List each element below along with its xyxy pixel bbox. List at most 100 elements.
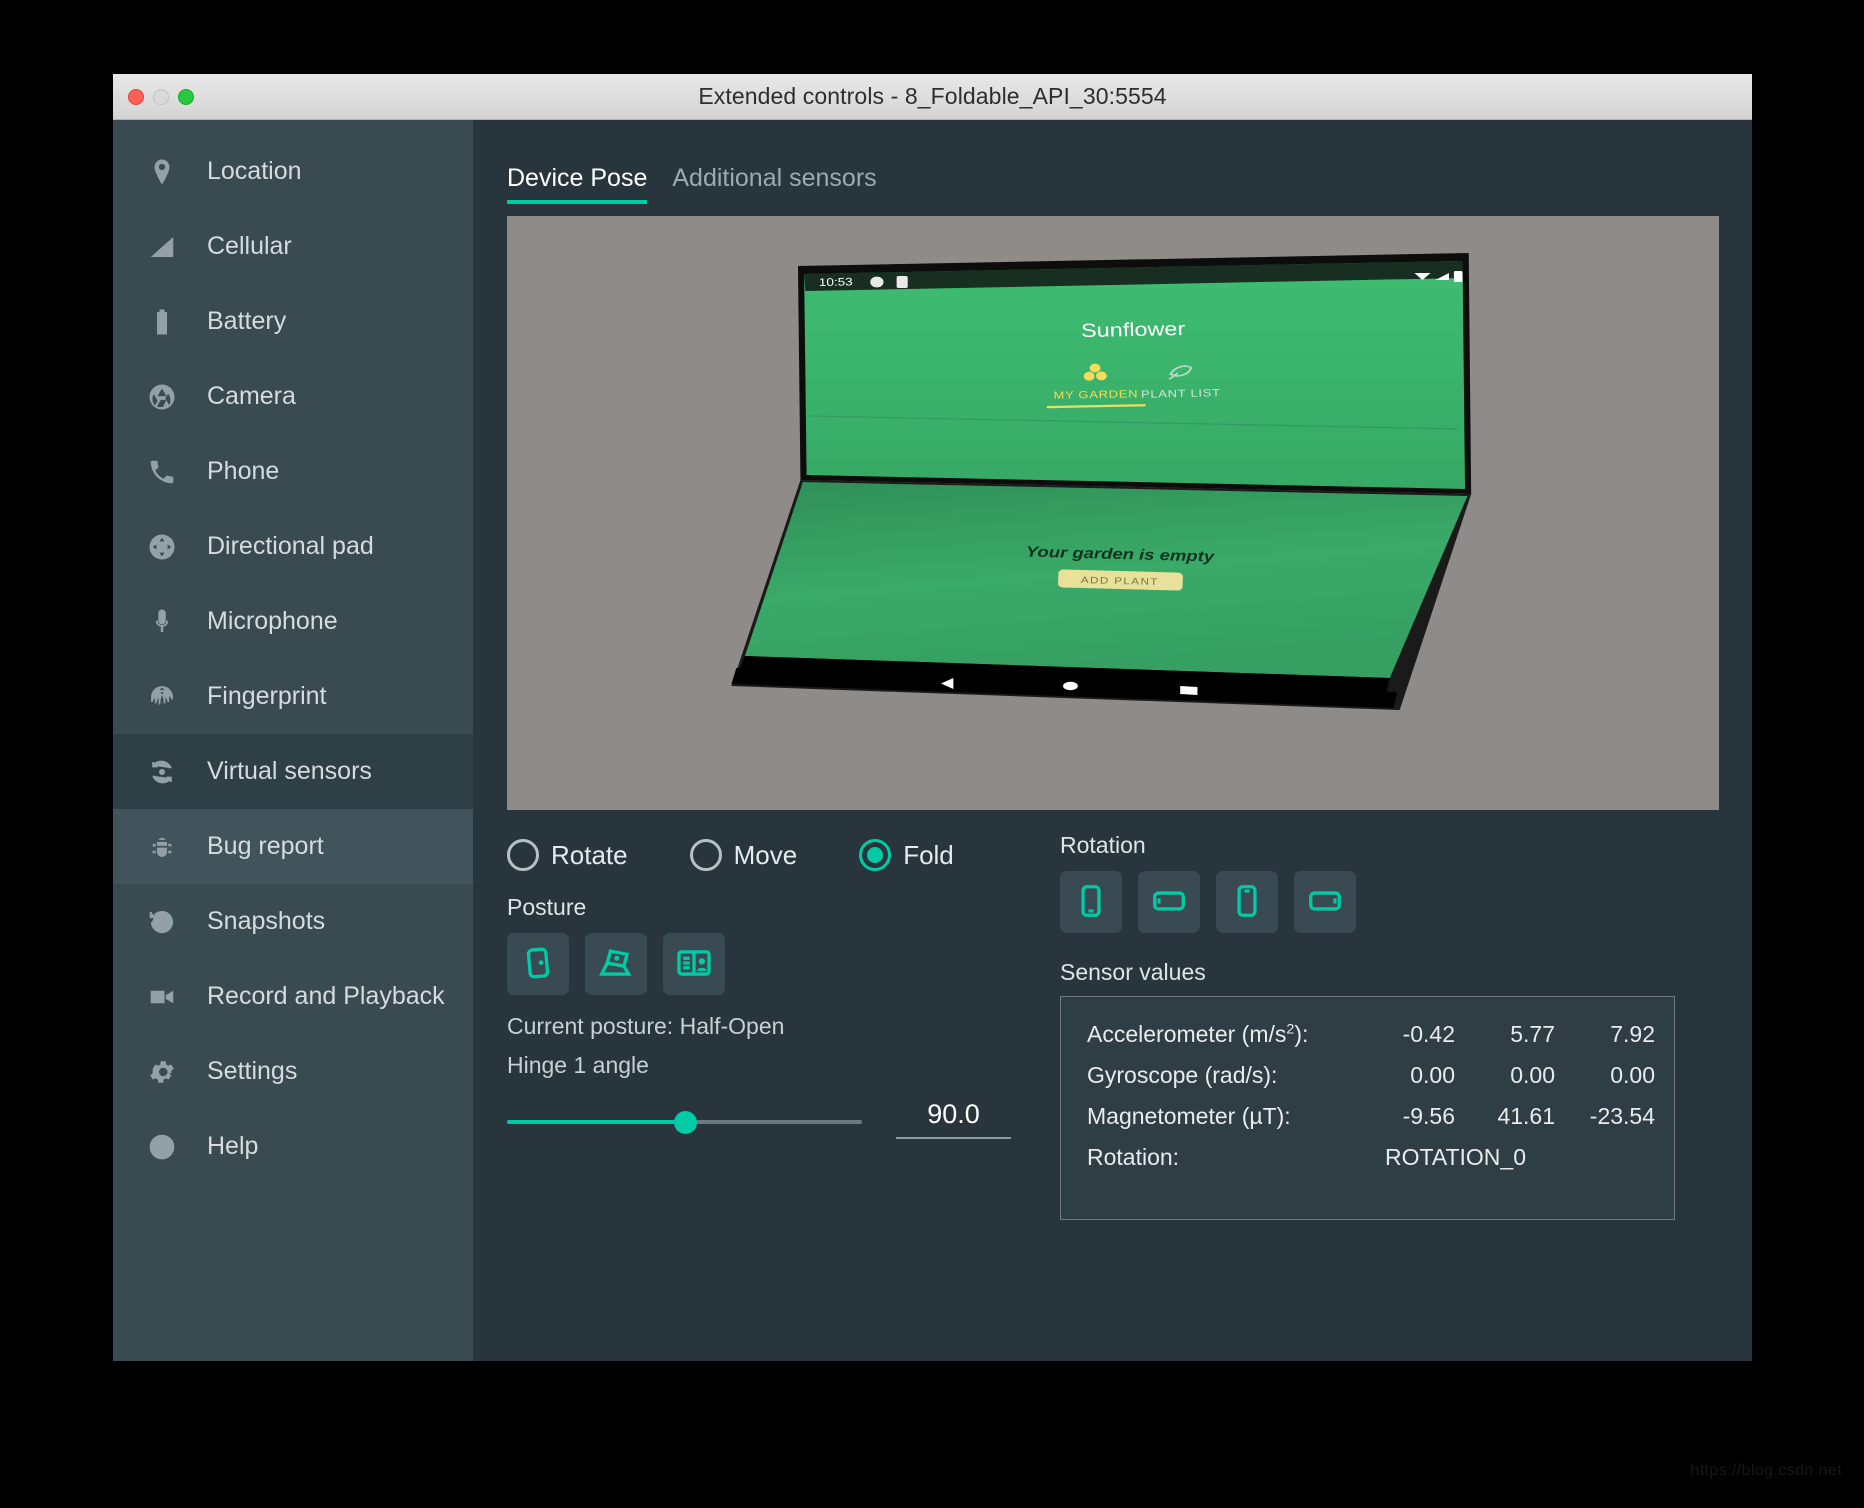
sidebar-item-label: Cellular <box>207 232 292 261</box>
sidebar-item-label: Snapshots <box>207 907 325 936</box>
rotation-landscape-reverse-button[interactable] <box>1294 871 1356 933</box>
window-body: Location Cellular Battery Camera <box>113 120 1752 1361</box>
sensor-value-z: 0.00 <box>1577 1062 1655 1089</box>
phone-handset-icon <box>143 453 181 491</box>
svg-text:ADD PLANT: ADD PLANT <box>1081 575 1159 588</box>
phone-landscape-flipped-icon <box>1306 882 1344 923</box>
hinge-angle-slider[interactable] <box>507 1105 862 1139</box>
phone-portrait-icon <box>1072 882 1110 923</box>
sidebar-item-label: Phone <box>207 457 279 486</box>
sidebar-item-label: Virtual sensors <box>207 757 372 786</box>
watermark-text: https://blog.csdn.net <box>1690 1462 1842 1480</box>
phone-landscape-icon <box>1150 882 1188 923</box>
sidebar-item-battery[interactable]: Battery <box>113 284 473 359</box>
tab-bar: Device Pose Additional sensors <box>507 146 1719 204</box>
radio-label: Rotate <box>551 840 628 871</box>
sensor-row-accelerometer: Accelerometer (m/s2): -0.42 5.77 7.92 <box>1087 1021 1648 1048</box>
sensor-label: Magnetometer (µT): <box>1087 1103 1377 1130</box>
sensor-values-title: Sensor values <box>1060 959 1719 986</box>
radio-circle-icon <box>507 839 539 871</box>
device-pose-3d-viewport[interactable]: 10:53 Sunflower MY GARDEN <box>507 216 1719 810</box>
sensor-value-x: -9.56 <box>1377 1103 1455 1130</box>
device-bottom-panel <box>731 480 1471 710</box>
sidebar-item-camera[interactable]: Camera <box>113 359 473 434</box>
extended-controls-window: Extended controls - 8_Foldable_API_30:55… <box>113 74 1752 1361</box>
radio-move[interactable]: Move <box>690 839 798 871</box>
radio-label: Move <box>734 840 798 871</box>
app-title-text: Sunflower <box>1081 318 1186 341</box>
maximize-window-button[interactable] <box>178 89 194 105</box>
fingerprint-icon <box>143 678 181 716</box>
bug-icon <box>143 828 181 866</box>
rotation-portrait-reverse-button[interactable] <box>1216 871 1278 933</box>
signal-bars-icon <box>143 228 181 266</box>
sensor-value-z: -23.54 <box>1577 1103 1655 1130</box>
camera-aperture-icon <box>143 378 181 416</box>
history-clock-icon <box>143 903 181 941</box>
sensor-row-gyroscope: Gyroscope (rad/s): 0.00 0.00 0.00 <box>1087 1062 1648 1089</box>
sensor-label: Rotation: <box>1087 1144 1377 1171</box>
rotation-and-sensors-column: Rotation <box>1040 832 1719 1361</box>
add-plant-button: ADD PLANT <box>1058 569 1183 590</box>
sensor-row-magnetometer: Magnetometer (µT): -9.56 41.61 -23.54 <box>1087 1103 1648 1130</box>
sidebar-item-label: Directional pad <box>207 532 374 561</box>
sensor-value-y: 5.77 <box>1477 1021 1555 1048</box>
sidebar-item-directional-pad[interactable]: Directional pad <box>113 509 473 584</box>
sidebar-item-label: Fingerprint <box>207 682 327 711</box>
posture-open-button[interactable] <box>663 933 725 995</box>
pose-controls-column: Rotate Move Fold Posture <box>507 832 1040 1361</box>
pose-mode-radio-group: Rotate Move Fold <box>507 832 1040 878</box>
video-camera-icon <box>143 978 181 1016</box>
sidebar-item-virtual-sensors[interactable]: Virtual sensors <box>113 734 473 809</box>
home-icon <box>1063 682 1078 690</box>
sensor-value-x: -0.42 <box>1377 1021 1455 1048</box>
minimize-window-button[interactable] <box>153 89 169 105</box>
radio-circle-icon <box>690 839 722 871</box>
main-content: Device Pose Additional sensors <box>473 120 1752 1361</box>
current-posture-text: Current posture: Half-Open <box>507 1013 1040 1040</box>
rotation-button-group <box>1060 871 1719 933</box>
sensor-value-rotation: ROTATION_0 <box>1377 1144 1497 1171</box>
close-window-button[interactable] <box>128 89 144 105</box>
sensor-values-panel: Accelerometer (m/s2): -0.42 5.77 7.92 Gy… <box>1060 996 1675 1220</box>
sidebar-item-snapshots[interactable]: Snapshots <box>113 884 473 959</box>
posture-closed-button[interactable] <box>507 933 569 995</box>
rotation-landscape-button[interactable] <box>1138 871 1200 933</box>
posture-half-open-button[interactable] <box>585 933 647 995</box>
radio-rotate[interactable]: Rotate <box>507 839 628 871</box>
microphone-icon <box>143 603 181 641</box>
sidebar-nav: Location Cellular Battery Camera <box>113 120 473 1361</box>
sidebar-item-cellular[interactable]: Cellular <box>113 209 473 284</box>
slider-thumb[interactable] <box>674 1111 697 1134</box>
sidebar-item-label: Battery <box>207 307 286 336</box>
sidebar-item-label: Record and Playback <box>207 982 445 1011</box>
sidebar-item-help[interactable]: Help <box>113 1109 473 1184</box>
sensor-label: Accelerometer (m/s2): <box>1087 1021 1377 1048</box>
tab-additional-sensors[interactable]: Additional sensors <box>672 164 876 204</box>
sidebar-item-label: Help <box>207 1132 258 1161</box>
slider-fill <box>507 1120 685 1124</box>
sidebar-item-phone[interactable]: Phone <box>113 434 473 509</box>
sensor-value-y: 0.00 <box>1477 1062 1555 1089</box>
hinge-angle-value-input[interactable]: 90.0 <box>896 1099 1011 1139</box>
sidebar-item-label: Bug report <box>207 832 324 861</box>
location-pin-icon <box>143 153 181 191</box>
sidebar-item-fingerprint[interactable]: Fingerprint <box>113 659 473 734</box>
svg-text:PLANT LIST: PLANT LIST <box>1141 387 1221 400</box>
phone-closed-icon <box>519 944 557 985</box>
sidebar-item-label: Settings <box>207 1057 297 1086</box>
tab-device-pose[interactable]: Device Pose <box>507 164 647 204</box>
recents-icon <box>1180 686 1197 695</box>
sidebar-item-record-and-playback[interactable]: Record and Playback <box>113 959 473 1034</box>
sensor-value-x: 0.00 <box>1377 1062 1455 1089</box>
radio-circle-selected-icon <box>859 839 891 871</box>
sidebar-item-label: Microphone <box>207 607 338 636</box>
sidebar-item-bug-report[interactable]: Bug report <box>113 809 473 884</box>
rotation-portrait-button[interactable] <box>1060 871 1122 933</box>
sidebar-item-microphone[interactable]: Microphone <box>113 584 473 659</box>
sidebar-item-settings[interactable]: Settings <box>113 1034 473 1109</box>
posture-section-label: Posture <box>507 894 1040 921</box>
sidebar-item-location[interactable]: Location <box>113 134 473 209</box>
radio-fold[interactable]: Fold <box>859 839 954 871</box>
title-bar: Extended controls - 8_Foldable_API_30:55… <box>113 74 1752 120</box>
